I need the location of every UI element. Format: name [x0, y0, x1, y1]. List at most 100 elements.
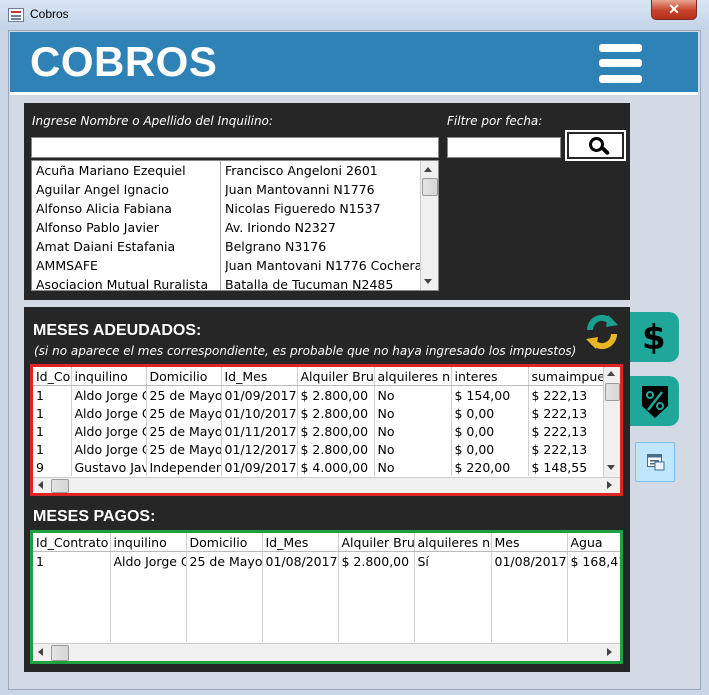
- table-cell[interactable]: Aldo Jorge C: [110, 551, 187, 570]
- column-header[interactable]: inquilino: [110, 533, 187, 552]
- tenant-list-item[interactable]: Aguilar Angel Ignacio Juan Mantovanni N17…: [32, 182, 420, 201]
- table-cell[interactable]: No: [374, 422, 452, 440]
- refresh-arrows-icon[interactable]: [584, 313, 620, 351]
- table-cell[interactable]: No: [374, 385, 452, 404]
- table-cell[interactable]: No: [374, 404, 452, 422]
- table-cell[interactable]: 01/09/2017: [221, 458, 298, 476]
- search-button[interactable]: [565, 130, 626, 161]
- column-header[interactable]: Domicilio: [146, 367, 222, 386]
- table-cell[interactable]: 25 de Mayo: [146, 385, 222, 404]
- column-header[interactable]: Id_Mes: [221, 367, 298, 386]
- table-cell[interactable]: $ 222,13: [528, 440, 603, 458]
- table-cell[interactable]: 01/09/2017: [221, 385, 298, 404]
- column-header[interactable]: inquilino: [71, 367, 147, 386]
- table-cell[interactable]: 25 de Mayo: [146, 422, 222, 440]
- column-header[interactable]: Id_Mes: [262, 533, 339, 552]
- table-row[interactable]: 1 Aldo Jorge C 25 de Mayo 01/12/2017 $ 2.800…: [33, 440, 603, 458]
- table-cell[interactable]: $ 2.800,00: [338, 551, 415, 570]
- table-cell[interactable]: $ 222,13: [528, 404, 603, 422]
- table-cell[interactable]: 1: [33, 551, 111, 570]
- scroll-left-arrow-icon[interactable]: [38, 481, 43, 489]
- tenant-list-item[interactable]: Acuña Mariano Ezequiel Francisco Angeloni…: [32, 163, 420, 182]
- table-cell[interactable]: $ 0,00: [451, 404, 529, 422]
- table-row[interactable]: 1 Aldo Jorge C 25 de Mayo 01/08/2017 $ 2.800…: [33, 551, 620, 570]
- table-cell[interactable]: 01/10/2017: [221, 404, 298, 422]
- hamburger-menu-icon[interactable]: [599, 44, 642, 84]
- discount-button[interactable]: [630, 376, 679, 426]
- table-cell[interactable]: 25 de Mayo: [146, 404, 222, 422]
- table-cell[interactable]: $ 222,13: [528, 385, 603, 404]
- table-cell[interactable]: 01/08/2017: [262, 551, 339, 570]
- table-cell[interactable]: Sí: [414, 551, 492, 570]
- table-cell[interactable]: Aldo Jorge C: [71, 385, 147, 404]
- table-cell[interactable]: Gustavo Jav: [71, 458, 147, 476]
- open-form-button[interactable]: [635, 442, 675, 482]
- table-cell[interactable]: Independer: [146, 458, 222, 476]
- table-cell[interactable]: $ 2.800,00: [297, 385, 375, 404]
- table-cell[interactable]: $ 168,41: [567, 551, 620, 570]
- column-header[interactable]: Domicilio: [186, 533, 263, 552]
- table-cell[interactable]: 1: [33, 404, 72, 422]
- date-filter-input[interactable]: [447, 137, 561, 158]
- scroll-right-arrow-icon[interactable]: [607, 648, 612, 656]
- paid-grid-hscrollbar[interactable]: [33, 643, 620, 661]
- table-cell[interactable]: No: [374, 458, 452, 476]
- tenant-list-item[interactable]: Amat Daiani Estafania Belgrano N3176: [32, 239, 420, 258]
- table-cell[interactable]: 9: [33, 458, 72, 476]
- close-button[interactable]: ✕: [651, 0, 697, 20]
- tenant-list-item[interactable]: Alfonso Pablo Javier Av. Iriondo N2327: [32, 220, 420, 239]
- table-cell[interactable]: $ 2.800,00: [297, 422, 375, 440]
- table-cell[interactable]: 01/11/2017: [221, 422, 298, 440]
- table-cell[interactable]: 1: [33, 385, 72, 404]
- table-cell[interactable]: $ 0,00: [451, 440, 529, 458]
- table-cell[interactable]: 25 de Mayo: [146, 440, 222, 458]
- table-cell[interactable]: $ 222,13: [528, 422, 603, 440]
- scroll-left-arrow-icon[interactable]: [38, 648, 43, 656]
- table-row[interactable]: 9 Gustavo Jav Independer 01/09/2017 $ 4.000,…: [33, 458, 603, 476]
- table-cell[interactable]: 1: [33, 440, 72, 458]
- table-row[interactable]: 1 Aldo Jorge C 25 de Mayo 01/09/2017 $ 2.800…: [33, 385, 603, 404]
- table-cell[interactable]: Aldo Jorge C: [71, 440, 147, 458]
- table-cell[interactable]: $ 2.800,00: [297, 404, 375, 422]
- column-header[interactable]: Mes: [491, 533, 568, 552]
- table-cell[interactable]: $ 0,00: [451, 422, 529, 440]
- scroll-down-arrow-icon[interactable]: [607, 465, 615, 470]
- table-cell[interactable]: $ 220,00: [451, 458, 529, 476]
- table-cell[interactable]: Aldo Jorge C: [71, 422, 147, 440]
- scroll-thumb[interactable]: [422, 178, 438, 196]
- table-cell[interactable]: $ 148,55: [528, 458, 603, 476]
- tenant-list-item[interactable]: Alfonso Alicia Fabiana Nicolas Figueredo …: [32, 201, 420, 220]
- column-header[interactable]: alquileres n: [374, 367, 452, 386]
- tenant-search-input[interactable]: [31, 137, 439, 158]
- column-header[interactable]: Id_Contrato: [33, 533, 111, 552]
- table-row[interactable]: 1 Aldo Jorge C 25 de Mayo 01/10/2017 $ 2.800…: [33, 404, 603, 422]
- table-cell[interactable]: $ 4.000,00: [297, 458, 375, 476]
- register-payment-button[interactable]: $: [630, 312, 679, 362]
- paid-grid[interactable]: Id_Contrato inquilino Domicilio Id_Mes Alqui…: [33, 533, 620, 643]
- column-header[interactable]: alquileres n: [414, 533, 492, 552]
- column-header[interactable]: Agua: [567, 533, 620, 552]
- table-cell[interactable]: No: [374, 440, 452, 458]
- scroll-right-arrow-icon[interactable]: [607, 481, 612, 489]
- table-cell[interactable]: 1: [33, 422, 72, 440]
- debt-grid-hscrollbar[interactable]: [33, 477, 620, 493]
- debt-grid[interactable]: Id_Co inquilino Domicilio Id_Mes Alquiler Br…: [33, 367, 603, 477]
- column-header[interactable]: Id_Co: [33, 367, 72, 386]
- table-cell[interactable]: $ 154,00: [451, 385, 529, 404]
- table-cell[interactable]: $ 2.800,00: [297, 440, 375, 458]
- scroll-thumb[interactable]: [51, 479, 69, 493]
- tenant-list[interactable]: Acuña Mariano Ezequiel Francisco Angeloni…: [31, 160, 439, 291]
- debt-grid-vscrollbar[interactable]: [603, 367, 620, 477]
- tenant-list-scrollbar[interactable]: [420, 161, 438, 290]
- column-header[interactable]: Alquiler Bru: [338, 533, 415, 552]
- column-header[interactable]: interes: [451, 367, 529, 386]
- table-cell[interactable]: 01/08/2017: [491, 551, 568, 570]
- scroll-thumb[interactable]: [51, 645, 69, 661]
- scroll-thumb[interactable]: [605, 383, 620, 401]
- scroll-down-arrow-icon[interactable]: [424, 279, 432, 284]
- table-cell[interactable]: Aldo Jorge C: [71, 404, 147, 422]
- table-row[interactable]: 1 Aldo Jorge C 25 de Mayo 01/11/2017 $ 2.800…: [33, 422, 603, 440]
- tenant-list-item[interactable]: AMMSAFE Juan Mantovani N1776 Cochera 3: [32, 258, 421, 277]
- tenant-list-item[interactable]: Asociacion Mutual Ruralista Batalla de Tu…: [32, 277, 420, 290]
- table-cell[interactable]: 25 de Mayo: [186, 551, 263, 570]
